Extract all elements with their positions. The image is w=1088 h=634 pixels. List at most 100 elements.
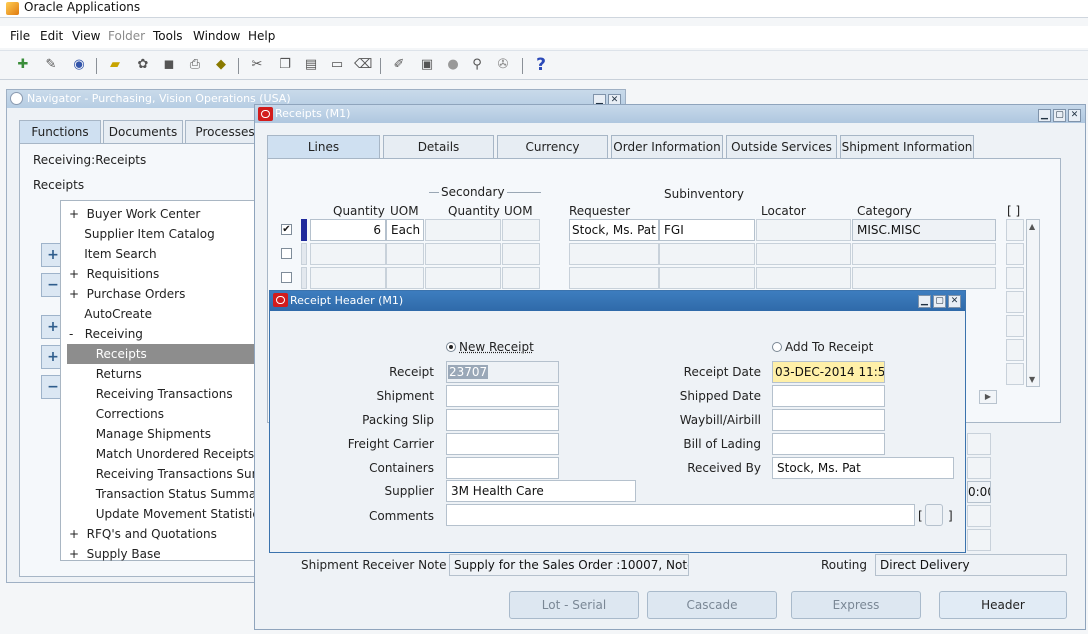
supplier-field[interactable]: 3M Health Care	[446, 480, 636, 502]
list-item[interactable]: Update Movement Statistic	[61, 504, 259, 524]
shipped-date-field[interactable]	[772, 385, 885, 407]
secondary-quantity-field[interactable]	[425, 267, 501, 289]
row-folder-cell[interactable]	[1006, 315, 1024, 337]
show-navigator-icon[interactable]: ◉	[70, 56, 88, 74]
tab-outside-services[interactable]: Outside Services	[726, 135, 837, 158]
maximize-icon[interactable]: ▢	[933, 295, 946, 308]
header-button[interactable]: Header	[939, 591, 1067, 619]
attachments-icon[interactable]: ⚲	[468, 56, 486, 74]
cascade-button[interactable]: Cascade	[647, 591, 777, 619]
clear-record-icon[interactable]: ▭	[328, 56, 346, 74]
tab-currency[interactable]: Currency	[497, 135, 608, 158]
detail-cell[interactable]	[967, 505, 991, 527]
tab-processes[interactable]: Processes	[185, 120, 265, 143]
scroll-right-icon[interactable]: ▶	[979, 390, 997, 404]
secondary-uom-field[interactable]	[502, 267, 540, 289]
secondary-quantity-field[interactable]	[425, 243, 501, 265]
descriptive-flexfield-button[interactable]	[925, 504, 943, 526]
close-icon[interactable]: ✕	[1068, 109, 1081, 122]
menu-help[interactable]: Help	[248, 29, 275, 43]
received-by-field[interactable]: Stock, Ms. Pat	[772, 457, 954, 479]
scroll-up-icon[interactable]: ▲	[1029, 222, 1035, 231]
switch-responsibility-icon[interactable]: ◼	[160, 56, 178, 74]
tab-documents[interactable]: Documents	[103, 120, 183, 143]
list-item[interactable]: AutoCreate	[61, 304, 259, 324]
close-icon[interactable]: ✕	[948, 295, 961, 308]
shipment-receiver-note-field[interactable]: Supply for the Sales Order :10007, Note	[449, 554, 689, 576]
list-item[interactable]: + RFQ's and Quotations	[61, 524, 259, 544]
row-folder-cell[interactable]	[1006, 243, 1024, 265]
row-select-checkbox[interactable]: ✔	[281, 224, 292, 235]
detail-cell[interactable]	[967, 457, 991, 479]
list-item[interactable]: Match Unordered Receipts	[61, 444, 259, 464]
list-item[interactable]: + Purchase Orders	[61, 284, 259, 304]
menu-view[interactable]: View	[72, 29, 100, 43]
cut-icon[interactable]: ✂	[248, 56, 266, 74]
receipts-title-bar[interactable]: Receipts (M1) ▁ ▢ ✕	[255, 105, 1085, 123]
list-item[interactable]: + Buyer Work Center	[61, 204, 259, 224]
shipment-field[interactable]	[446, 385, 559, 407]
comments-field[interactable]	[446, 504, 915, 526]
folder-tools-icon[interactable]: ✇	[494, 56, 512, 74]
list-item-selected[interactable]: Receipts	[67, 344, 259, 364]
list-item[interactable]: - Receiving	[61, 324, 259, 344]
containers-field[interactable]	[446, 457, 559, 479]
bill-of-lading-field[interactable]	[772, 433, 885, 455]
copy-icon[interactable]: ❐	[276, 56, 294, 74]
print-icon[interactable]: ⎙	[186, 56, 204, 74]
row-select-checkbox[interactable]	[281, 248, 292, 259]
menu-edit[interactable]: Edit	[40, 29, 63, 43]
quantity-field[interactable]	[310, 243, 386, 265]
close-form-icon[interactable]: ◆	[212, 56, 230, 74]
row-select-checkbox[interactable]	[281, 272, 292, 283]
list-item[interactable]: Transaction Status Summa	[61, 484, 259, 504]
find-icon[interactable]: ✎	[42, 56, 60, 74]
menu-file[interactable]: File	[10, 29, 30, 43]
list-item[interactable]: Corrections	[61, 404, 259, 424]
list-item[interactable]: Manage Shipments	[61, 424, 259, 444]
uom-field[interactable]	[386, 243, 424, 265]
packing-slip-field[interactable]	[446, 409, 559, 431]
tab-shipment-information[interactable]: Shipment Information	[840, 135, 974, 158]
uom-field[interactable]: Each	[386, 219, 424, 241]
new-icon[interactable]: ✚	[14, 56, 32, 74]
detail-cell[interactable]	[967, 433, 991, 455]
tab-functions[interactable]: Functions	[19, 120, 101, 143]
paste-icon[interactable]: ▤	[302, 56, 320, 74]
new-receipt-radio[interactable]	[446, 342, 456, 352]
row-folder-cell[interactable]	[1006, 291, 1024, 313]
requester-field[interactable]	[569, 243, 659, 265]
minimize-icon[interactable]: ▁	[1038, 109, 1051, 122]
receipt-header-title-bar[interactable]: Receipt Header (M1) ▁ ▢ ✕	[270, 291, 965, 311]
freight-carrier-field[interactable]	[446, 433, 559, 455]
routing-field[interactable]: Direct Delivery	[875, 554, 1067, 576]
subinventory-field[interactable]	[659, 243, 755, 265]
list-item[interactable]: Returns	[61, 364, 259, 384]
requester-field[interactable]	[569, 267, 659, 289]
maximize-icon[interactable]: ▢	[1053, 109, 1066, 122]
receipt-number-field[interactable]: 23707	[446, 361, 559, 383]
menu-window[interactable]: Window	[193, 29, 240, 43]
minimize-icon[interactable]: ▁	[918, 295, 931, 308]
translations-icon[interactable]: ●	[444, 56, 462, 74]
secondary-uom-field[interactable]	[502, 243, 540, 265]
vertical-scrollbar[interactable]: ▲ ▼	[1026, 219, 1040, 387]
subinventory-field[interactable]	[659, 267, 755, 289]
scroll-down-icon[interactable]: ▼	[1029, 375, 1035, 384]
requester-field[interactable]: Stock, Ms. Pat	[569, 219, 659, 241]
row-folder-cell[interactable]	[1006, 339, 1024, 361]
tab-order-information[interactable]: Order Information	[611, 135, 723, 158]
waybill-airbill-field[interactable]	[772, 409, 885, 431]
subinventory-field[interactable]: FGI	[659, 219, 755, 241]
row-folder-cell[interactable]	[1006, 363, 1024, 385]
tab-details[interactable]: Details	[383, 135, 494, 158]
lot-serial-button[interactable]: Lot - Serial	[509, 591, 639, 619]
tab-lines[interactable]: Lines	[267, 135, 380, 158]
secondary-quantity-field[interactable]	[425, 219, 501, 241]
zoom-icon[interactable]: ▣	[418, 56, 436, 74]
menu-folder[interactable]: Folder	[108, 29, 145, 43]
category-field[interactable]	[852, 243, 996, 265]
detail-cell[interactable]	[967, 529, 991, 551]
quantity-field[interactable]: 6	[310, 219, 386, 241]
row-folder-cell[interactable]	[1006, 267, 1024, 289]
